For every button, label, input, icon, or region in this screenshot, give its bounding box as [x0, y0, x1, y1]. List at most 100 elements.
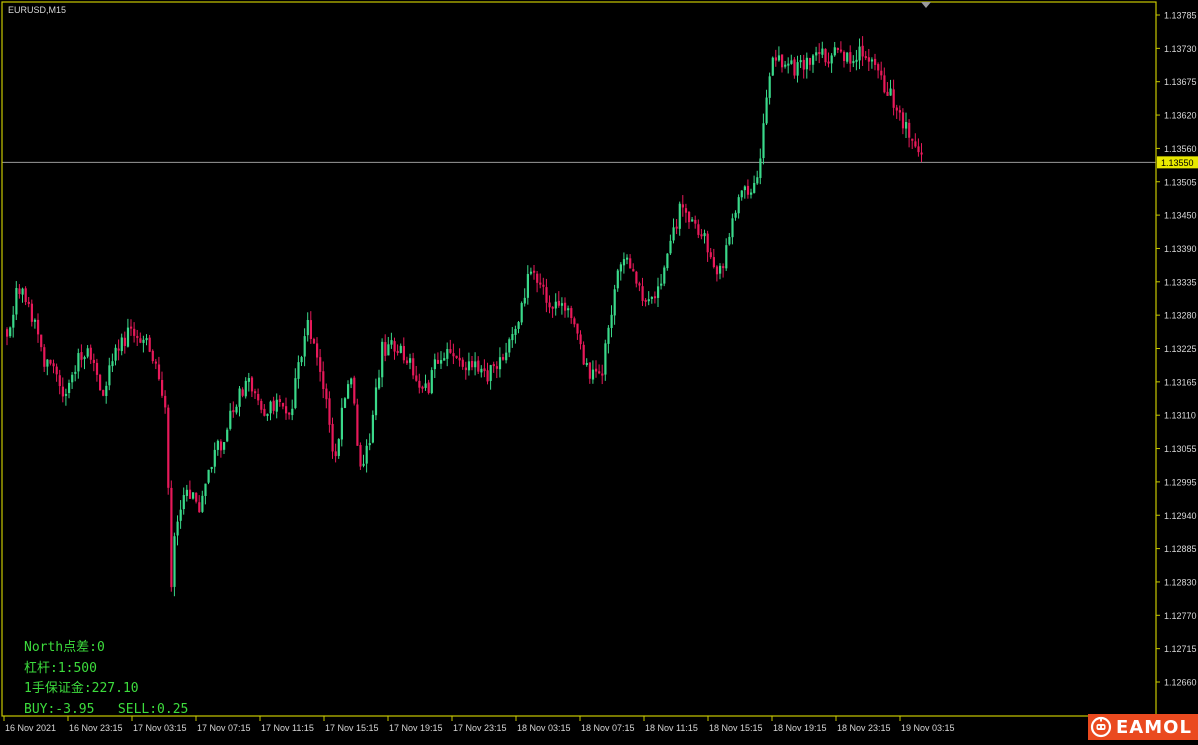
bear-candle — [384, 342, 387, 356]
bull-candle — [669, 240, 672, 254]
price-tick-label: 1.12830 — [1164, 577, 1197, 587]
price-tick-label: 1.12940 — [1164, 511, 1197, 521]
bear-candle — [601, 373, 604, 376]
bear-candle — [827, 61, 830, 64]
bear-candle — [278, 399, 281, 402]
bull-candle — [734, 212, 737, 218]
bull-candle — [768, 76, 771, 98]
bear-candle — [688, 211, 691, 223]
bull-candle — [889, 88, 892, 96]
bear-candle — [861, 45, 864, 57]
bear-candle — [55, 366, 58, 375]
bull-candle — [145, 338, 148, 341]
bear-candle — [359, 445, 362, 467]
price-tick-label: 1.12660 — [1164, 678, 1197, 688]
time-tick-label: 17 Nov 23:15 — [453, 723, 507, 733]
bear-candle — [917, 146, 920, 153]
logo-text: EAMOL — [1116, 716, 1192, 738]
bull-candle — [371, 414, 374, 443]
bear-candle — [436, 359, 440, 364]
bull-candle — [46, 359, 49, 367]
bull-candle — [846, 52, 849, 62]
bear-candle — [709, 252, 712, 258]
bull-candle — [616, 270, 619, 289]
bull-candle — [114, 347, 117, 361]
bull-candle — [498, 357, 502, 370]
bull-candle — [179, 509, 182, 521]
bull-candle — [275, 399, 278, 412]
bear-candle — [285, 406, 288, 414]
bull-candle — [753, 182, 756, 193]
bull-candle — [21, 288, 24, 295]
bear-candle — [588, 362, 591, 379]
bear-candle — [402, 346, 405, 361]
time-tick-label: 17 Nov 03:15 — [133, 723, 187, 733]
bull-candle — [731, 218, 734, 238]
price-axis[interactable]: 1.13785 1.13730 1.13675 1.13620 1.13560 1.135… — [1156, 11, 1198, 688]
bear-candle — [883, 75, 886, 93]
bear-candle — [539, 282, 542, 285]
bull-candle — [68, 382, 71, 393]
bull-candle — [362, 463, 365, 466]
bull-candle — [743, 186, 746, 191]
bull-candle — [33, 319, 37, 322]
bear-candle — [877, 64, 880, 71]
bull-candle — [657, 286, 660, 298]
bull-candle — [399, 345, 402, 353]
bull-candle — [173, 536, 176, 587]
bear-candle — [80, 352, 83, 360]
spread-info: North点差:0 — [24, 640, 105, 655]
bear-candle — [486, 370, 489, 382]
bull-candle — [244, 380, 247, 397]
mt4-chart-window[interactable]: 1.13785 1.13730 1.13675 1.13620 1.13560 1.135… — [0, 0, 1198, 740]
bull-candle — [870, 59, 874, 62]
bear-candle — [638, 283, 641, 286]
bull-candle — [567, 308, 570, 311]
bear-candle — [37, 319, 40, 335]
bull-candle — [663, 267, 666, 284]
bear-candle — [167, 407, 170, 488]
bull-candle — [368, 443, 371, 446]
bull-candle — [229, 410, 232, 429]
bull-candle — [784, 64, 787, 67]
bear-candle — [629, 258, 632, 269]
bull-candle — [111, 361, 114, 367]
price-tick-label: 1.12770 — [1164, 611, 1197, 621]
bear-candle — [641, 286, 644, 301]
bear-candle — [864, 56, 867, 59]
bear-candle — [895, 107, 898, 111]
candlestick-chart[interactable]: 1.13785 1.13730 1.13675 1.13620 1.13560 1.135… — [0, 0, 1198, 740]
bear-candle — [632, 269, 635, 272]
bull-candle — [474, 361, 477, 368]
bear-candle — [393, 341, 396, 352]
bear-candle — [781, 54, 784, 68]
leverage-info: 杠杆:1:500 — [24, 660, 97, 676]
bear-candle — [102, 390, 105, 396]
bear-candle — [415, 375, 418, 381]
bear-candle — [148, 337, 151, 352]
bear-candle — [130, 326, 133, 329]
bear-candle — [576, 323, 579, 334]
bear-candle — [793, 59, 796, 76]
bear-candle — [263, 408, 266, 416]
bull-candle — [443, 358, 446, 361]
bear-candle — [557, 300, 560, 306]
bear-candle — [154, 361, 157, 364]
bear-candle — [219, 441, 223, 451]
bull-candle — [796, 62, 799, 76]
bear-candle — [170, 487, 173, 588]
bull-candle — [725, 245, 728, 269]
price-tick-label: 1.13110 — [1164, 411, 1196, 421]
bear-candle — [89, 347, 92, 360]
bull-candle — [185, 489, 188, 496]
bull-candle — [523, 297, 526, 304]
bear-candle — [136, 335, 139, 338]
bull-candle — [852, 61, 855, 64]
bull-candle — [387, 344, 390, 356]
bull-candle — [585, 363, 588, 366]
bear-candle — [898, 110, 901, 113]
bear-candle — [712, 257, 715, 268]
chart-shift-marker-icon[interactable] — [921, 2, 931, 8]
bull-candle — [350, 378, 353, 385]
time-tick-label: 16 Nov 23:15 — [69, 723, 123, 733]
